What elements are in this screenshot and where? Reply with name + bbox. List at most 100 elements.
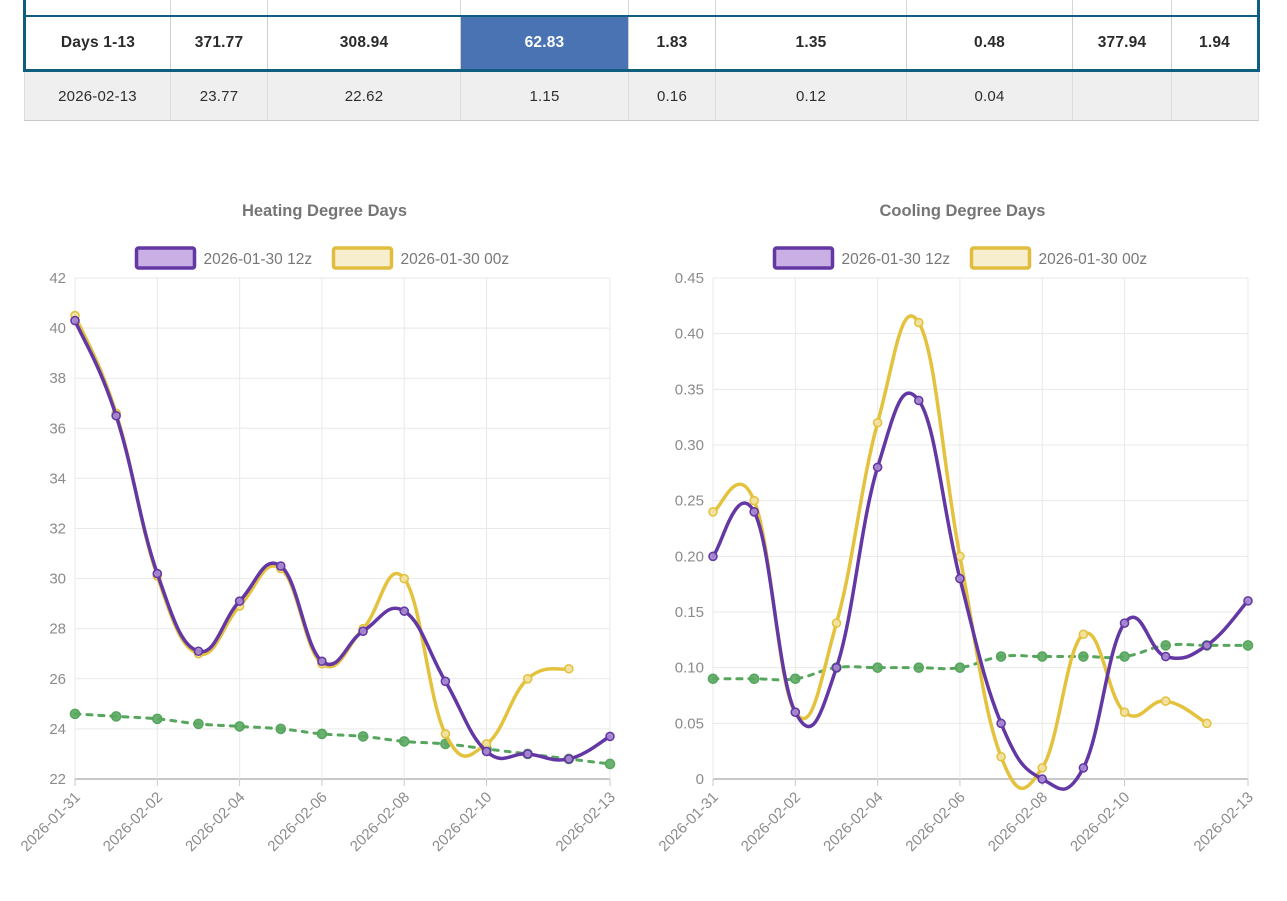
data-point-green-dashed[interactable] [71,709,80,718]
data-point-2026-01-30 12z[interactable] [750,508,758,516]
data-point-green-dashed[interactable] [1079,652,1088,661]
data-point-green-dashed[interactable] [112,712,121,721]
table-row-days-1-13: Days 1-13 371.77 308.94 62.83 1.83 1.35 … [25,16,1259,71]
y-axis-tick-label: 34 [49,470,66,487]
legend-item[interactable]: 2026-01-30 00z [334,248,510,268]
data-point-2026-01-30 12z[interactable] [194,647,202,655]
data-point-2026-01-30 12z[interactable] [441,677,449,685]
x-axis-tick-label: 2026-02-10 [1067,789,1133,855]
x-axis-tick-label: 2026-02-08 [985,789,1051,855]
data-point-green-dashed[interactable] [1244,641,1253,650]
data-point-2026-01-30 12z[interactable] [997,719,1005,727]
x-axis-tick-label: 2026-01-31 [656,789,722,855]
data-point-2026-01-30 00z[interactable] [750,497,758,505]
data-point-2026-01-30 00z[interactable] [915,319,923,327]
data-point-2026-01-30 12z[interactable] [277,562,285,570]
y-axis-tick-label: 0.20 [675,548,704,565]
data-point-2026-01-30 12z[interactable] [112,412,120,420]
data-point-2026-01-30 12z[interactable] [1244,597,1252,605]
data-point-2026-01-30 12z[interactable] [956,575,964,583]
data-point-2026-01-30 12z[interactable] [1121,619,1129,627]
legend-item[interactable]: 2026-01-30 00z [972,248,1148,268]
data-point-green-dashed[interactable] [317,729,326,738]
data-point-2026-01-30 12z[interactable] [832,664,840,672]
data-point-2026-01-30 00z[interactable] [709,508,717,516]
data-point-green-dashed[interactable] [750,674,759,683]
data-point-2026-01-30 12z[interactable] [400,607,408,615]
data-point-2026-01-30 00z[interactable] [1162,697,1170,705]
y-axis-tick-label: 28 [49,621,66,638]
data-point-2026-01-30 12z[interactable] [71,317,79,325]
y-axis-tick-label: 0.30 [675,437,704,454]
legend-swatch [972,248,1030,268]
legend-label: 2026-01-30 00z [1039,251,1148,268]
cell-value: 1.94 [1172,16,1259,71]
data-point-green-dashed[interactable] [791,674,800,683]
data-point-2026-01-30 12z[interactable] [236,597,244,605]
data-point-2026-01-30 00z[interactable] [997,753,1005,761]
chart-title: Cooling Degree Days [880,202,1046,220]
data-point-green-dashed[interactable] [955,663,964,672]
data-point-green-dashed[interactable] [235,722,244,731]
data-point-2026-01-30 12z[interactable] [359,627,367,635]
data-point-2026-01-30 00z[interactable] [524,675,532,683]
data-point-2026-01-30 00z[interactable] [400,575,408,583]
data-point-green-dashed[interactable] [1120,652,1129,661]
cell-value: 377.94 [1073,16,1172,71]
data-point-2026-01-30 12z[interactable] [874,463,882,471]
data-point-2026-01-30 00z[interactable] [441,730,449,738]
data-point-green-dashed[interactable] [276,724,285,733]
data-point-green-dashed[interactable] [873,663,882,672]
data-point-green-dashed[interactable] [400,737,409,746]
series-line-2026-01-30 12z [75,321,610,760]
data-point-green-dashed[interactable] [606,759,615,768]
data-point-2026-01-30 12z[interactable] [1079,764,1087,772]
table-row-2026-02-13: 2026-02-13 23.77 22.62 1.15 0.16 0.12 0.… [25,71,1259,121]
legend-swatch [775,248,833,268]
cell-value: 0.12 [716,71,907,121]
y-axis-tick-label: 0.10 [675,660,704,677]
data-point-2026-01-30 00z[interactable] [1038,764,1046,772]
data-point-2026-01-30 12z[interactable] [1162,653,1170,661]
data-point-green-dashed[interactable] [194,719,203,728]
data-point-2026-01-30 12z[interactable] [483,747,491,755]
legend-item[interactable]: 2026-01-30 12z [775,248,951,268]
legend-item[interactable]: 2026-01-30 12z [137,248,313,268]
data-point-green-dashed[interactable] [914,663,923,672]
data-point-2026-01-30 00z[interactable] [1121,708,1129,716]
heating-degree-days-svg: 22242628303234363840422026-01-312026-02-… [18,192,645,897]
data-point-2026-01-30 00z[interactable] [874,419,882,427]
data-point-2026-01-30 00z[interactable] [832,619,840,627]
cell-value: 0.48 [907,16,1073,71]
data-point-2026-01-30 12z[interactable] [318,657,326,665]
data-point-2026-01-30 12z[interactable] [606,732,614,740]
data-point-green-dashed[interactable] [359,732,368,741]
data-point-green-dashed[interactable] [1038,652,1047,661]
data-point-2026-01-30 00z[interactable] [1079,630,1087,638]
data-point-2026-01-30 12z[interactable] [791,708,799,716]
data-point-2026-01-30 00z[interactable] [1203,719,1211,727]
data-point-2026-01-30 12z[interactable] [524,750,532,758]
data-point-green-dashed[interactable] [997,652,1006,661]
data-point-2026-01-30 12z[interactable] [1203,641,1211,649]
x-axis-tick-label: 2026-02-04 [182,789,248,855]
y-axis-tick-label: 24 [49,721,66,738]
data-point-2026-01-30 12z[interactable] [915,396,923,404]
data-point-2026-01-30 00z[interactable] [565,665,573,673]
y-axis-tick-label: 0.35 [675,381,704,398]
cooling-degree-days-chart: 00.050.100.150.200.250.300.350.400.45202… [656,192,1283,897]
cell-value-selected[interactable]: 62.83 [461,16,629,71]
data-point-green-dashed[interactable] [709,674,718,683]
cell-value: 22.62 [268,71,461,121]
data-point-2026-01-30 12z[interactable] [153,570,161,578]
data-point-2026-01-30 12z[interactable] [565,755,573,763]
legend-swatch [334,248,392,268]
data-point-green-dashed[interactable] [1161,641,1170,650]
data-point-2026-01-30 12z[interactable] [1038,775,1046,783]
x-axis-tick-label: 2026-02-02 [738,789,804,855]
legend-swatch [137,248,195,268]
data-point-green-dashed[interactable] [153,714,162,723]
chart-title: Heating Degree Days [242,202,407,220]
series-line-2026-01-30 12z [713,393,1248,789]
data-point-2026-01-30 12z[interactable] [709,552,717,560]
